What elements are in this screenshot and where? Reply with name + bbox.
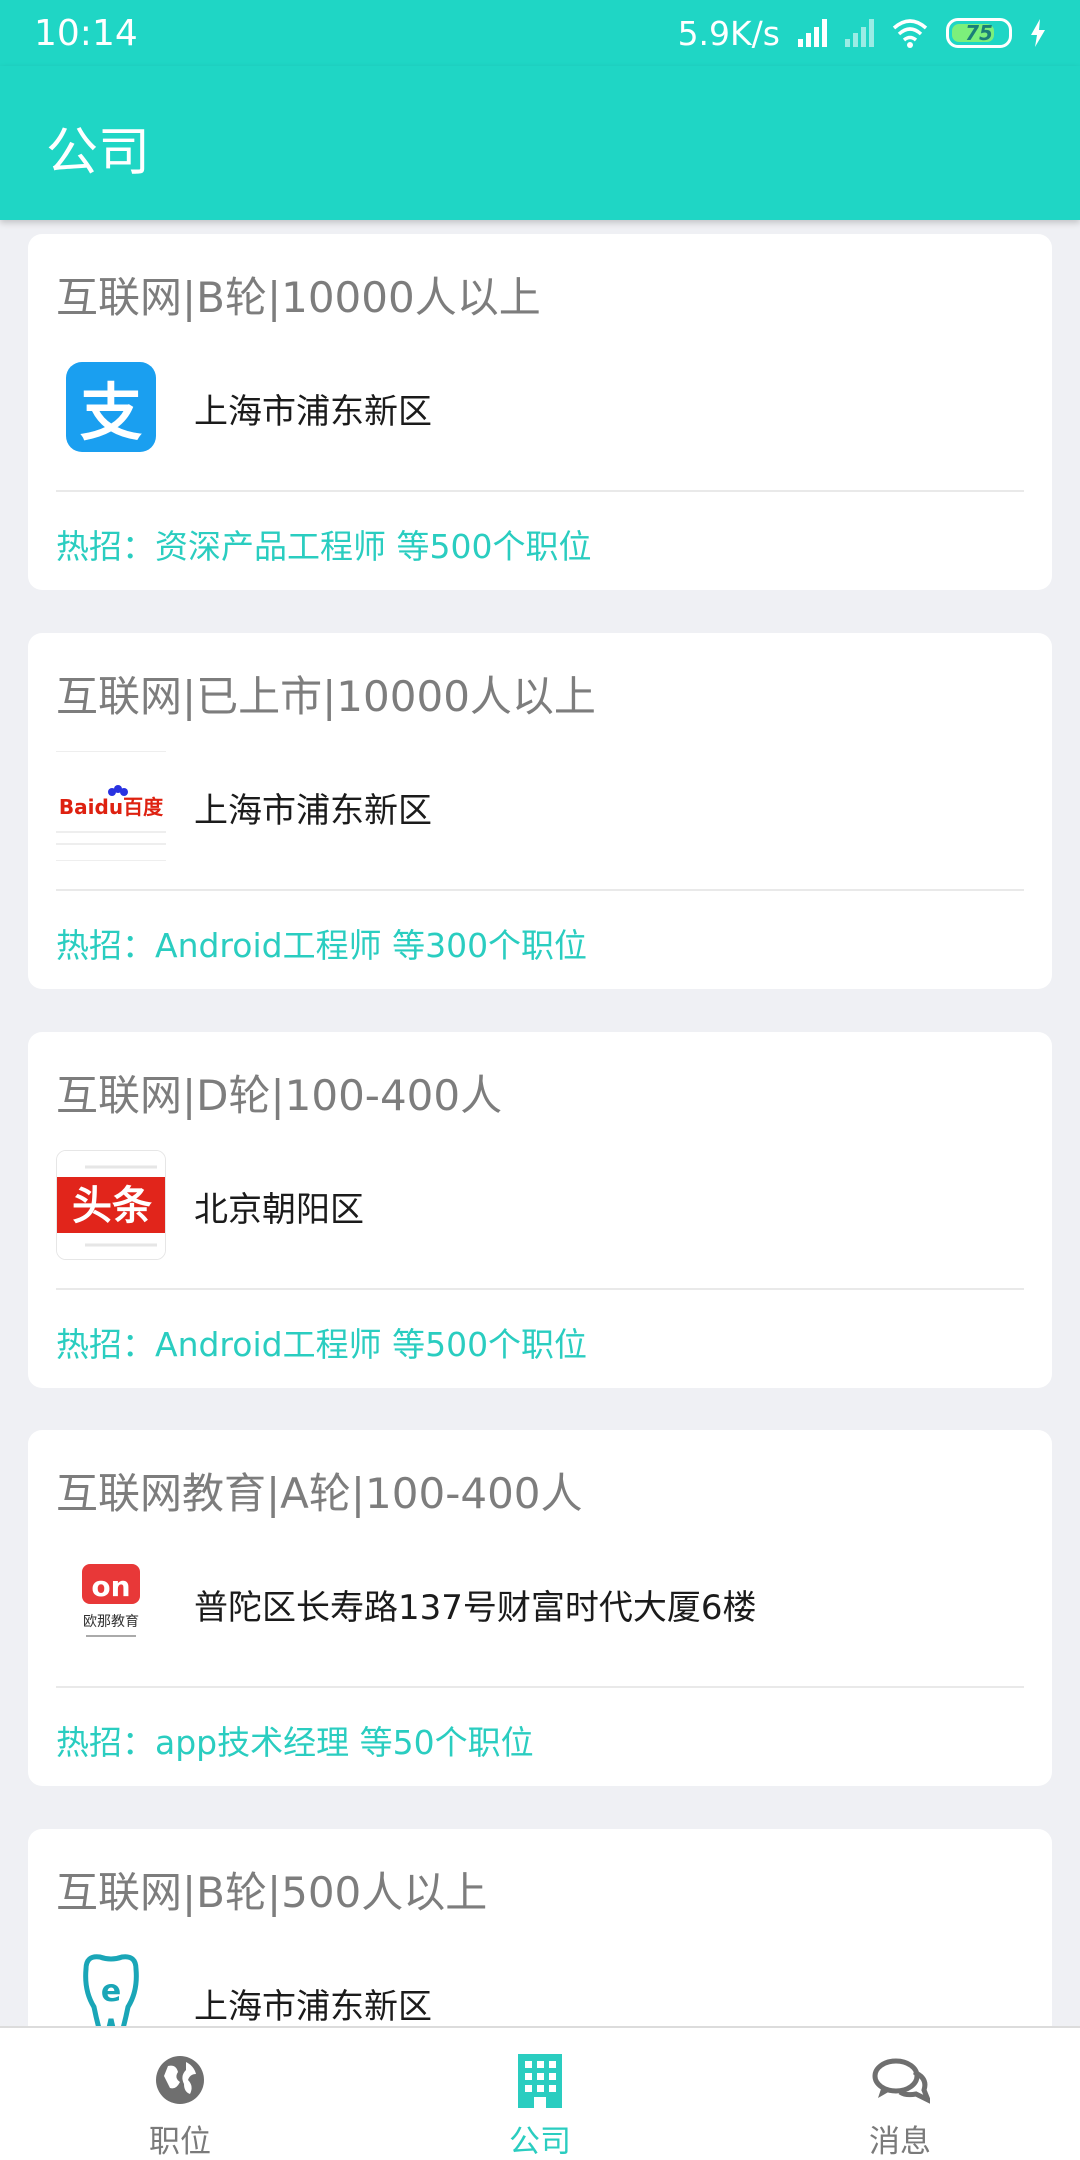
building-icon: [518, 2054, 562, 2108]
tab-companies-label: 公司: [509, 2124, 571, 2160]
status-time: 10:14: [34, 12, 138, 54]
alipay-logo-icon: 支: [56, 352, 166, 462]
company-address: 上海市浦东新区: [194, 791, 432, 831]
baidu-logo-text: Baidu百度: [59, 795, 164, 819]
company-address: 上海市浦东新区: [194, 392, 432, 432]
card-divider: [56, 490, 1024, 492]
page-title: 公司: [46, 123, 151, 183]
battery-icon: 75: [946, 18, 1012, 48]
company-meta: 互联网|B轮|500人以上: [56, 1868, 488, 1917]
alipay-logo-glyph: 支: [80, 376, 142, 449]
company-address: 普陀区长寿路137号财富时代大厦6楼: [194, 1588, 757, 1628]
company-address: 北京朝阳区: [194, 1190, 364, 1230]
hot-jobs: 热招：Android工程师 等500个职位: [56, 1325, 588, 1364]
tab-messages[interactable]: 消息: [720, 2028, 1080, 2160]
toutiao-logo-icon: 头条: [56, 1150, 166, 1260]
svg-text:e: e: [101, 1974, 121, 2009]
network-speed: 5.9K/s: [677, 13, 780, 53]
globe-icon: [156, 2056, 204, 2104]
tab-jobs[interactable]: 职位: [0, 2028, 360, 2160]
hot-jobs: 热招：app技术经理 等50个职位: [56, 1723, 534, 1762]
company-card[interactable]: 互联网|B轮|500人以上 e 上海市浦东新区: [28, 1829, 1052, 2026]
ouna-education-logo-icon: on 欧那教育: [56, 1548, 166, 1658]
company-address: 上海市浦东新区: [194, 1987, 432, 2026]
battery-level: 75: [965, 21, 993, 45]
hot-jobs: 热招：资深产品工程师 等500个职位: [56, 527, 592, 566]
company-meta: 互联网教育|A轮|100-400人: [56, 1469, 583, 1518]
svg-text:on: on: [91, 1570, 130, 1603]
card-divider: [56, 1686, 1024, 1688]
bottom-tab-bar: 职位 公司 消息: [0, 2026, 1080, 2160]
tab-companies[interactable]: 公司: [360, 2028, 720, 2160]
status-bar: 10:14 5.9K/s 75: [0, 0, 1080, 66]
company-card[interactable]: 互联网|D轮|100-400人 头条 北京朝阳区 热招：Android工程师 等…: [28, 1032, 1052, 1388]
card-divider: [56, 889, 1024, 891]
tooth-logo-icon: e: [56, 1947, 166, 2026]
toutiao-logo-text: 头条: [72, 1183, 152, 1229]
charging-bolt-icon: [1031, 19, 1045, 47]
company-meta: 互联网|已上市|10000人以上: [56, 672, 596, 721]
tab-jobs-label: 职位: [149, 2124, 211, 2160]
company-list[interactable]: 互联网|B轮|10000人以上 支 上海市浦东新区 热招：资深产品工程师 等50…: [0, 220, 1080, 2026]
signal-strength-secondary-icon: [845, 19, 874, 47]
ouna-logo-text: 欧那教育: [83, 1614, 139, 1630]
tab-messages-label: 消息: [869, 2124, 931, 2160]
wifi-icon: [892, 19, 928, 48]
company-meta: 互联网|B轮|10000人以上: [56, 273, 541, 322]
app-bar: 公司: [0, 66, 1080, 220]
hot-jobs: 热招：Android工程师 等300个职位: [56, 926, 588, 965]
chat-bubbles-icon: [872, 2058, 930, 2104]
status-icons: 5.9K/s 75: [678, 14, 1046, 53]
baidu-logo-icon: Baidu百度: [56, 751, 166, 861]
company-card[interactable]: 互联网教育|A轮|100-400人 on 欧那教育 普陀区长寿路137号财富时代…: [28, 1430, 1052, 1786]
company-card[interactable]: 互联网|已上市|10000人以上 Baidu百度 上海市浦东新区 热招：Andr…: [28, 633, 1052, 989]
company-meta: 互联网|D轮|100-400人: [56, 1071, 503, 1120]
company-card[interactable]: 互联网|B轮|10000人以上 支 上海市浦东新区 热招：资深产品工程师 等50…: [28, 234, 1052, 590]
signal-strength-icon: [798, 19, 827, 47]
card-divider: [56, 1288, 1024, 1290]
